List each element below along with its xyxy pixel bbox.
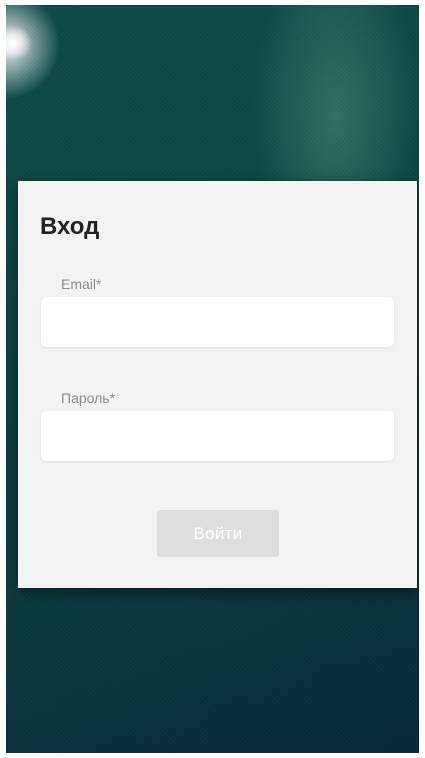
- login-button[interactable]: Войти: [157, 510, 279, 557]
- password-field-group: Пароль*: [41, 389, 394, 461]
- password-field[interactable]: [41, 411, 394, 461]
- light-glint: [6, 25, 32, 61]
- login-card: Вход Email* Пароль* Войти: [18, 181, 417, 588]
- password-label: Пароль*: [61, 390, 116, 406]
- app-background: Вход Email* Пароль* Войти: [6, 5, 419, 753]
- page-title: Вход: [40, 213, 100, 240]
- email-field[interactable]: [41, 297, 394, 347]
- email-label: Email*: [61, 276, 102, 292]
- email-field-group: Email*: [41, 275, 394, 347]
